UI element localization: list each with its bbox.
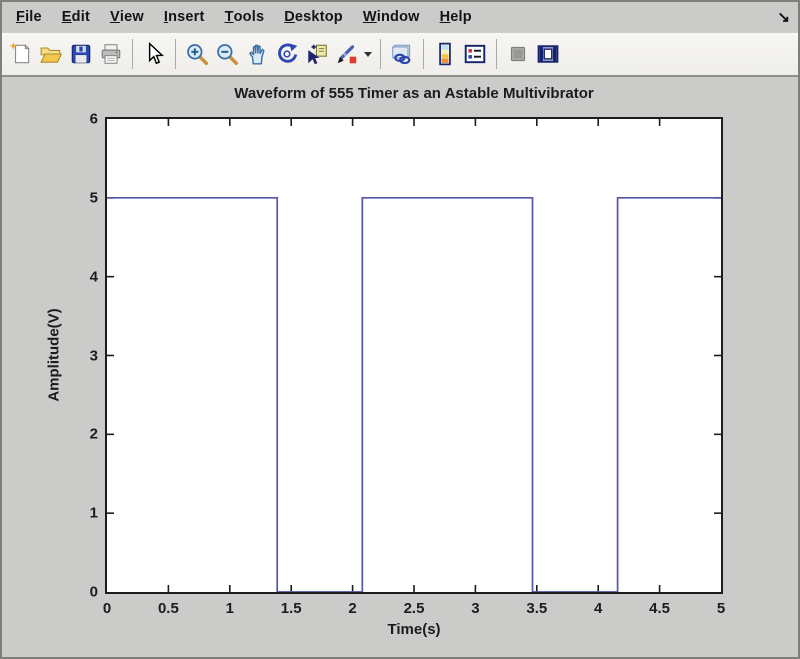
y-axis-label: Amplitude(V) [46,308,63,401]
toolbar [2,33,798,77]
save-figure-icon [69,42,93,66]
rotate-3d-icon [275,42,299,66]
x-tick-label: 3 [471,600,479,617]
legend-button[interactable] [460,38,490,70]
y-tick-label: 3 [90,347,98,364]
toolbar-separator [175,39,176,69]
y-tick-label: 0 [90,584,98,601]
plot-title: Waveform of 555 Timer as an Astable Mult… [234,85,594,102]
toolbar-group [139,38,169,70]
menu-item-edit[interactable]: Edit [52,2,100,32]
waveform-svg [107,119,721,592]
x-tick-label: 0.5 [158,600,179,617]
toolbar-separator [132,39,133,69]
x-tick-label: 1 [226,600,234,617]
pan-icon [245,42,269,66]
brush-dropdown-caret[interactable] [362,38,374,70]
menu-item-insert[interactable]: Insert [154,2,215,32]
colorbar-icon [433,42,457,66]
menu-items: FileEditViewInsertToolsDesktopWindowHelp [6,2,482,32]
open-file-icon [39,42,63,66]
zoom-out-button[interactable] [212,38,242,70]
open-file-button[interactable] [36,38,66,70]
menu-item-tools[interactable]: Tools [215,2,275,32]
y-tick-label: 5 [90,189,98,206]
x-tick-label: 2.5 [404,600,425,617]
x-tick-label: 3.5 [526,600,547,617]
menu-item-desktop[interactable]: Desktop [274,2,353,32]
toolbar-group [182,38,374,70]
y-tick-label: 2 [90,426,98,443]
data-cursor-button[interactable] [302,38,332,70]
figure-area: Waveform of 555 Timer as an Astable Mult… [2,77,798,657]
toolbar-group [6,38,126,70]
toolbar-separator [380,39,381,69]
show-plot-tools-icon [536,42,560,66]
y-tick-label: 4 [90,268,98,285]
x-tick-label: 4.5 [649,600,670,617]
menu-item-help[interactable]: Help [430,2,482,32]
pan-button[interactable] [242,38,272,70]
save-figure-button[interactable] [66,38,96,70]
y-tick-label: 1 [90,505,98,522]
zoom-in-button[interactable] [182,38,212,70]
y-tick-label: 6 [90,111,98,128]
legend-icon [463,42,487,66]
toolbar-group [387,38,417,70]
edit-plot-icon [142,42,166,66]
data-cursor-icon [305,42,329,66]
menu-item-view[interactable]: View [100,2,154,32]
rotate-3d-button[interactable] [272,38,302,70]
toolbar-separator [496,39,497,69]
toolbar-separator [423,39,424,69]
x-tick-label: 4 [594,600,602,617]
x-tick-label: 0 [103,600,111,617]
toolbar-group [430,38,490,70]
menu-item-file[interactable]: File [6,2,52,32]
hide-plot-tools-button[interactable] [503,38,533,70]
edit-plot-button[interactable] [139,38,169,70]
dock-figure-arrow-icon[interactable]: ↘ [777,10,790,25]
menu-item-window[interactable]: Window [353,2,430,32]
colorbar-button[interactable] [430,38,460,70]
brush-button[interactable] [332,38,362,70]
toolbar-group [503,38,563,70]
zoom-in-icon [185,42,209,66]
show-plot-tools-button[interactable] [533,38,563,70]
hide-plot-tools-icon [506,42,530,66]
new-figure-icon [9,42,33,66]
print-figure-button[interactable] [96,38,126,70]
matlab-figure-window: FileEditViewInsertToolsDesktopWindowHelp… [0,0,800,659]
brush-icon [335,42,359,66]
x-tick-label: 2 [348,600,356,617]
link-plot-icon [390,42,414,66]
new-figure-button[interactable] [6,38,36,70]
link-plot-button[interactable] [387,38,417,70]
menu-bar: FileEditViewInsertToolsDesktopWindowHelp… [2,2,798,33]
print-figure-icon [99,42,123,66]
x-axis-label: Time(s) [387,621,440,638]
x-tick-label: 5 [717,600,725,617]
plot-canvas[interactable] [105,117,723,594]
zoom-out-icon [215,42,239,66]
x-tick-label: 1.5 [281,600,302,617]
